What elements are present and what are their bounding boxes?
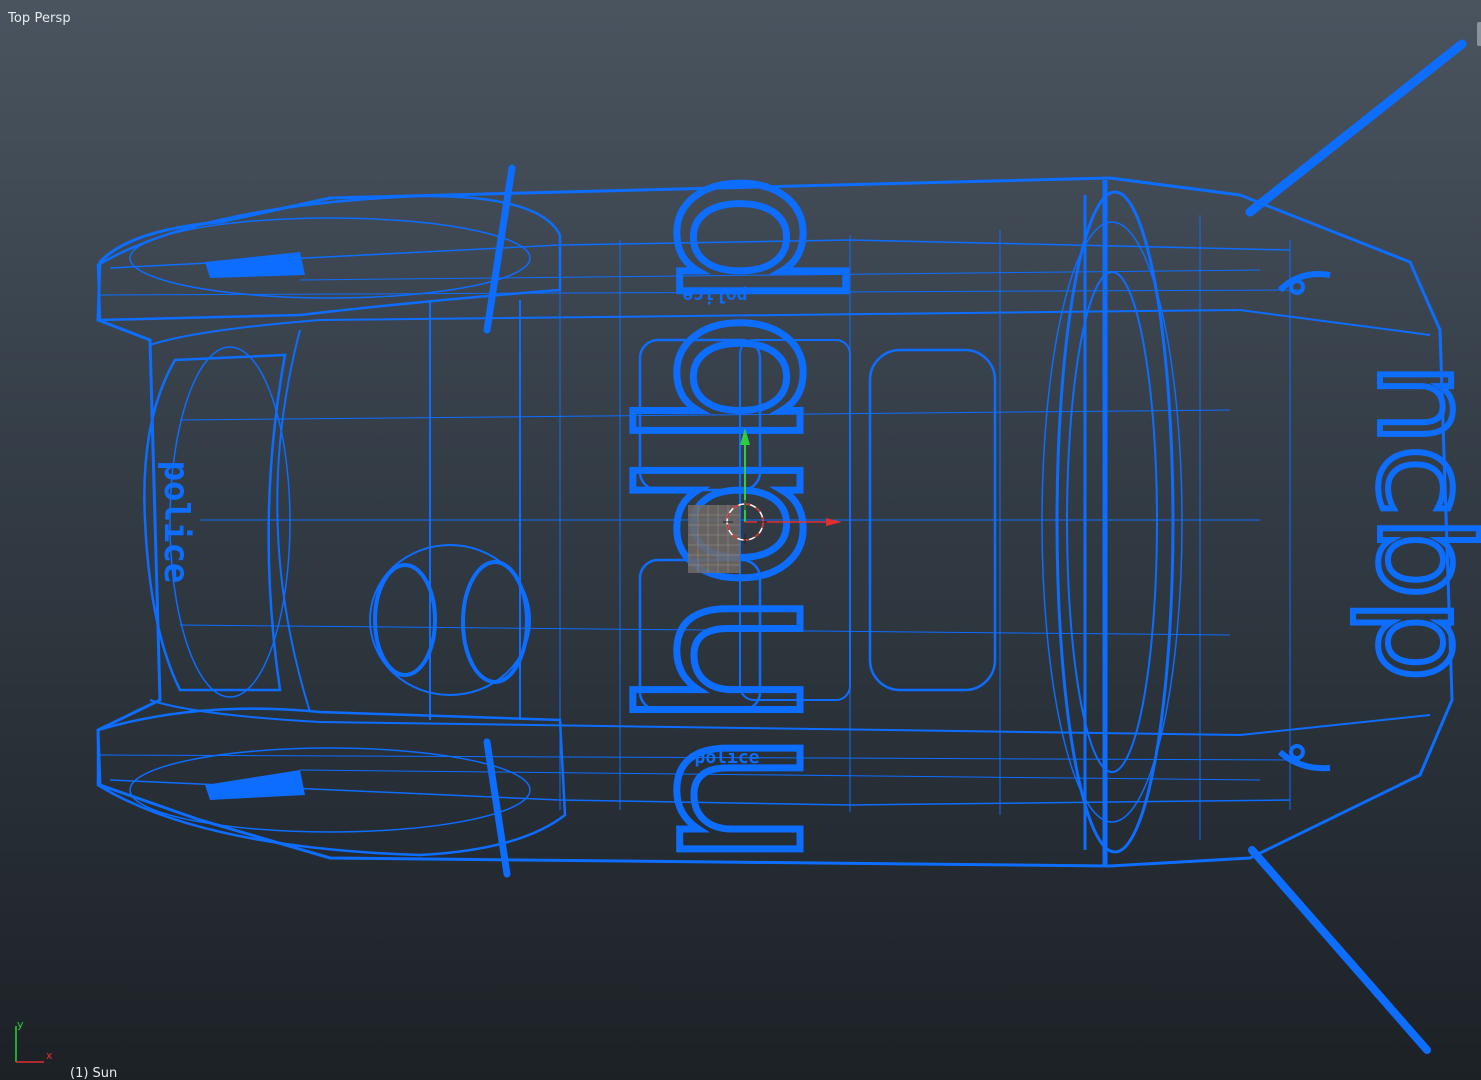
- headlight-top: [205, 252, 305, 278]
- side-decal-bottom: police: [694, 747, 759, 768]
- 3d-viewport[interactable]: ncbp nhdbp police police police: [0, 0, 1481, 1080]
- svg-text:police: police: [156, 461, 196, 584]
- rear-light-bottom: [1277, 744, 1331, 772]
- viewport-corner-handle[interactable]: [1477, 22, 1481, 46]
- rear-decal-text: ncbp: [1346, 360, 1481, 685]
- antenna-rear-bottom: [1248, 846, 1431, 1054]
- x-axis-label: x: [46, 1049, 53, 1062]
- svg-text:police: police: [694, 747, 759, 768]
- svg-text:police: police: [682, 285, 747, 306]
- y-axis-label: y: [17, 1018, 24, 1031]
- active-object-label: (1) Sun: [70, 1066, 118, 1080]
- rear-wheel-arch: [1041, 180, 1183, 866]
- selected-object-origin[interactable]: [688, 505, 740, 573]
- front-decal-text: police: [156, 461, 196, 584]
- antenna-rear-top: [1245, 39, 1467, 217]
- wireframe-scene[interactable]: ncbp nhdbp police police police: [0, 0, 1481, 1080]
- svg-text:ncbp: ncbp: [1349, 363, 1481, 682]
- headlight-bottom: [205, 770, 305, 800]
- side-decal-top: police: [682, 285, 747, 306]
- view-mode-label: Top Persp: [8, 11, 71, 26]
- antenna-front-bottom: [483, 738, 511, 878]
- axis-orientation-gizmo: y x: [15, 1018, 53, 1063]
